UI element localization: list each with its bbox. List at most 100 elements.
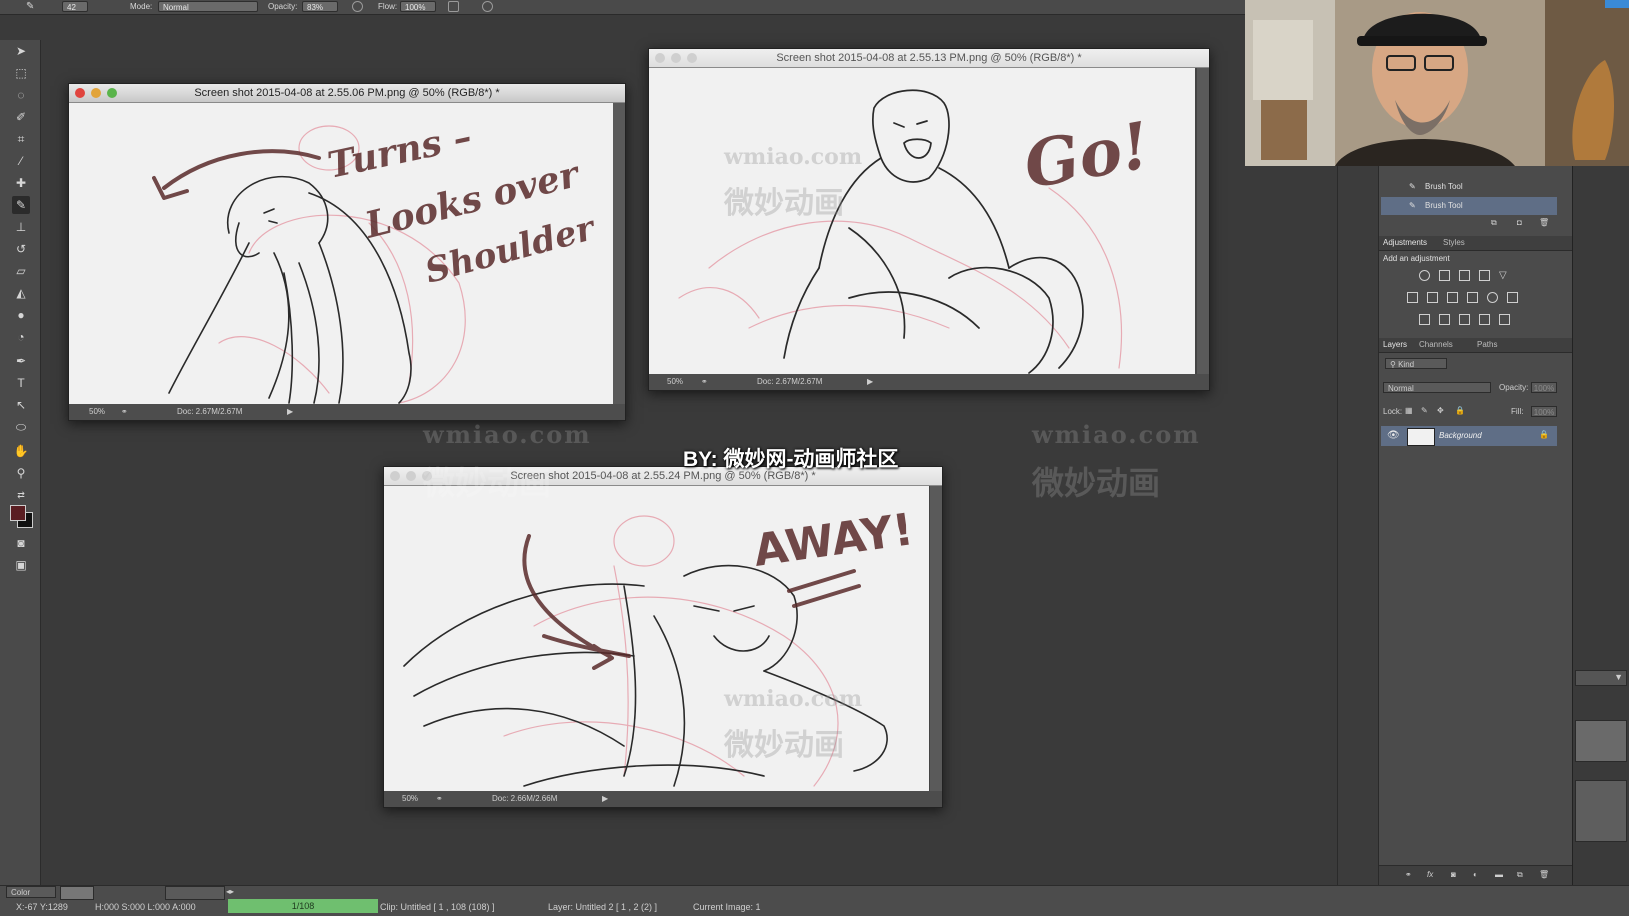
layer-opacity-field[interactable]: 100%	[1531, 382, 1557, 393]
document-window-1[interactable]: Screen shot 2015-04-08 at 2.55.06 PM.png…	[68, 83, 626, 421]
document-canvas[interactable]: Turns – Looks over Shoulder	[69, 103, 613, 405]
vertical-scrollbar[interactable]	[613, 103, 625, 405]
brush-size-field[interactable]: 42	[62, 1, 88, 12]
layer-name[interactable]: Background	[1439, 431, 1482, 440]
hue-saturation-icon[interactable]	[1407, 292, 1418, 303]
lock-image-icon[interactable]: ✎	[1421, 406, 1428, 415]
black-white-icon[interactable]	[1447, 292, 1458, 303]
tab-channels[interactable]: Channels	[1419, 338, 1453, 352]
trash-icon[interactable]: 🗑	[1539, 218, 1549, 227]
airbrush-icon[interactable]	[448, 1, 459, 12]
move-tool-icon[interactable]: ➤	[12, 42, 30, 60]
status-options-icon[interactable]: ⚭	[121, 404, 128, 420]
tab-styles[interactable]: Styles	[1443, 236, 1465, 250]
group-folder-icon[interactable]: ▬	[1495, 870, 1503, 879]
foreground-color-swatch[interactable]	[10, 505, 26, 521]
crop-tool-icon[interactable]: ⌗	[12, 130, 30, 148]
history-row[interactable]: ✎ Brush Tool	[1381, 178, 1557, 196]
screen-mode-icon[interactable]: ▣	[12, 556, 30, 574]
lock-pixels-icon[interactable]: ▦	[1405, 406, 1413, 415]
pressure-opacity-icon[interactable]	[352, 1, 363, 12]
healing-brush-tool-icon[interactable]: ✚	[12, 174, 30, 192]
new-layer-icon[interactable]: ⧉	[1517, 870, 1523, 880]
eyedropper-tool-icon[interactable]: ⁄	[12, 152, 30, 170]
frame-progress-bar[interactable]: 1/108	[228, 899, 378, 913]
quick-select-tool-icon[interactable]: ✐	[12, 108, 30, 126]
layer-mask-icon[interactable]: ◙	[1451, 870, 1456, 879]
eraser-tool-icon[interactable]: ▱	[12, 262, 30, 280]
lock-position-icon[interactable]: ✥	[1437, 406, 1444, 415]
vibrance-icon[interactable]: ▽	[1499, 270, 1510, 281]
zoom-window-icon[interactable]	[107, 88, 117, 98]
color-lookup-icon[interactable]	[1507, 292, 1518, 303]
channel-mixer-icon[interactable]	[1487, 292, 1498, 303]
minimize-icon[interactable]	[406, 471, 416, 481]
type-tool-icon[interactable]: T	[12, 374, 30, 392]
curves-icon[interactable]	[1459, 270, 1470, 281]
blur-tool-icon[interactable]: ◔	[12, 328, 30, 346]
threshold-icon[interactable]	[1459, 314, 1470, 325]
brush-tool-icon[interactable]: ✎	[12, 196, 30, 214]
color-balance-icon[interactable]	[1427, 292, 1438, 303]
default-colors-icon[interactable]: ⇄	[12, 486, 30, 504]
document-window-3[interactable]: Screen shot 2015-04-08 at 2.55.24 PM.png…	[383, 466, 943, 808]
panel-dropdown[interactable]: ▼	[1575, 670, 1627, 686]
document-title-bar[interactable]: Screen shot 2015-04-08 at 2.55.13 PM.png…	[649, 49, 1209, 68]
adjustment-layer-icon[interactable]: ◐	[1473, 870, 1478, 879]
lasso-tool-icon[interactable]: ◌	[12, 86, 30, 104]
zoom-level[interactable]: 50%	[89, 404, 105, 420]
zoom-window-icon[interactable]	[687, 53, 697, 63]
status-menu-arrow-icon[interactable]: ▶	[602, 791, 608, 807]
hand-tool-icon[interactable]: ✋	[12, 442, 30, 460]
document-canvas[interactable]: AWAY!	[384, 486, 929, 791]
opacity-field[interactable]: 83%	[302, 1, 338, 12]
document-title-bar[interactable]: Screen shot 2015-04-08 at 2.55.06 PM.png…	[69, 84, 625, 103]
close-icon[interactable]	[75, 88, 85, 98]
posterize-icon[interactable]	[1439, 314, 1450, 325]
vertical-scrollbar[interactable]	[930, 486, 942, 791]
tab-paths[interactable]: Paths	[1477, 338, 1497, 352]
history-row-selected[interactable]: ✎ Brush Tool	[1381, 197, 1557, 215]
path-select-tool-icon[interactable]: ↖	[12, 396, 30, 414]
frame-arrows-icon[interactable]: ◂▸	[226, 886, 234, 898]
marquee-tool-icon[interactable]: ⬚	[12, 64, 30, 82]
close-icon[interactable]	[655, 53, 665, 63]
tab-adjustments[interactable]: Adjustments	[1383, 236, 1427, 250]
fill-field[interactable]: 100%	[1531, 406, 1557, 417]
blend-mode-select[interactable]: Normal	[1383, 382, 1491, 393]
tab-layers[interactable]: Layers	[1383, 338, 1407, 352]
close-icon[interactable]	[390, 471, 400, 481]
pressure-size-icon[interactable]	[482, 1, 493, 12]
paint-bucket-tool-icon[interactable]: ◭	[12, 284, 30, 302]
layer-style-icon[interactable]: fx	[1427, 870, 1433, 879]
visibility-eye-icon[interactable]: 👁	[1387, 430, 1400, 441]
trash-icon[interactable]: 🗑	[1539, 870, 1549, 879]
quick-mask-icon[interactable]: ◙	[12, 534, 30, 552]
vertical-scrollbar[interactable]	[1197, 68, 1209, 374]
brush-preset-icon[interactable]: ✎	[26, 1, 34, 12]
scrubber-field[interactable]	[165, 886, 225, 900]
gradient-map-icon[interactable]	[1499, 314, 1510, 325]
link-layers-icon[interactable]: ⚭	[1405, 870, 1412, 879]
brightness-icon[interactable]	[1419, 270, 1430, 281]
exposure-icon[interactable]	[1479, 270, 1490, 281]
photo-filter-icon[interactable]	[1467, 292, 1478, 303]
zoom-level[interactable]: 50%	[402, 791, 418, 807]
layer-kind-filter[interactable]: ⚲ Kind	[1385, 358, 1447, 369]
lock-all-icon[interactable]: 🔒	[1455, 406, 1465, 415]
selective-color-icon[interactable]	[1479, 314, 1490, 325]
levels-icon[interactable]	[1439, 270, 1450, 281]
status-options-icon[interactable]: ⚭	[436, 791, 443, 807]
snapshot-icon[interactable]: ◘	[1517, 218, 1522, 227]
mode-select[interactable]: Normal	[158, 1, 258, 12]
pen-tool-icon[interactable]: ✒	[12, 352, 30, 370]
minimize-icon[interactable]	[91, 88, 101, 98]
history-brush-tool-icon[interactable]: ↺	[12, 240, 30, 258]
clone-stamp-tool-icon[interactable]: ⊥	[12, 218, 30, 236]
color-mode-select[interactable]: Color	[6, 886, 56, 898]
new-document-from-state-icon[interactable]: ⧉	[1491, 218, 1497, 228]
status-menu-arrow-icon[interactable]: ▶	[287, 404, 293, 420]
layer-row-background[interactable]: 👁 Background 🔒	[1381, 426, 1557, 446]
invert-icon[interactable]	[1419, 314, 1430, 325]
zoom-level[interactable]: 50%	[667, 374, 683, 390]
